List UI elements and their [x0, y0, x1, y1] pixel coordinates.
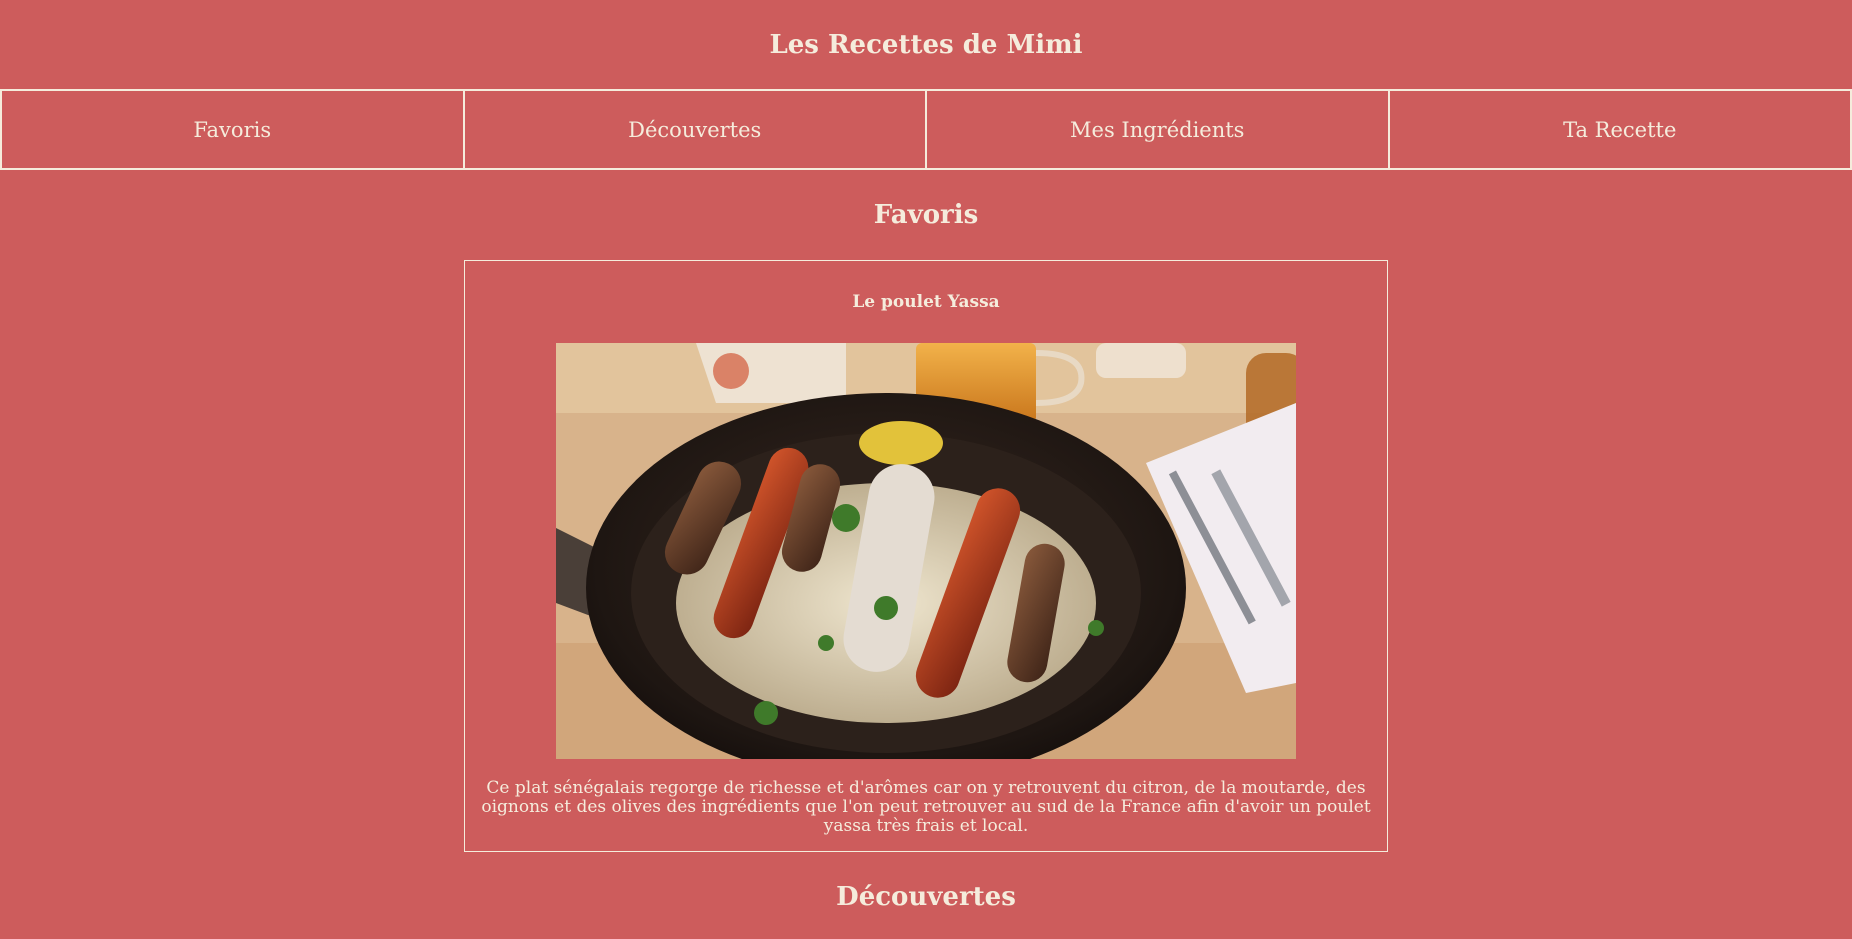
decouvertes-section: Découvertes: [0, 852, 1852, 939]
recipe-photo: [556, 343, 1296, 759]
nav-item-decouvertes[interactable]: Découvertes: [462, 89, 927, 170]
recipe-description: Ce plat sénégalais regorge de richesse e…: [481, 778, 1371, 836]
favoris-heading: Favoris: [873, 200, 979, 230]
main-nav: Favoris Découvertes Mes Ingrédients Ta R…: [0, 89, 1852, 170]
favoris-section: Favoris Le poulet Yassa Ce plat sénégala…: [0, 170, 1852, 852]
decouvertes-heading: Découvertes: [836, 882, 1016, 912]
nav-item-mes-ingredients[interactable]: Mes Ingrédients: [925, 89, 1390, 170]
recipe-card: Le poulet Yassa Ce plat sénégalais regor…: [464, 260, 1388, 852]
nav-item-ta-recette[interactable]: Ta Recette: [1387, 89, 1852, 170]
site-header: Les Recettes de Mimi: [0, 0, 1852, 89]
nav-item-favoris[interactable]: Favoris: [0, 89, 465, 170]
site-title: Les Recettes de Mimi: [769, 29, 1083, 60]
recipe-title: Le poulet Yassa: [852, 292, 1000, 312]
